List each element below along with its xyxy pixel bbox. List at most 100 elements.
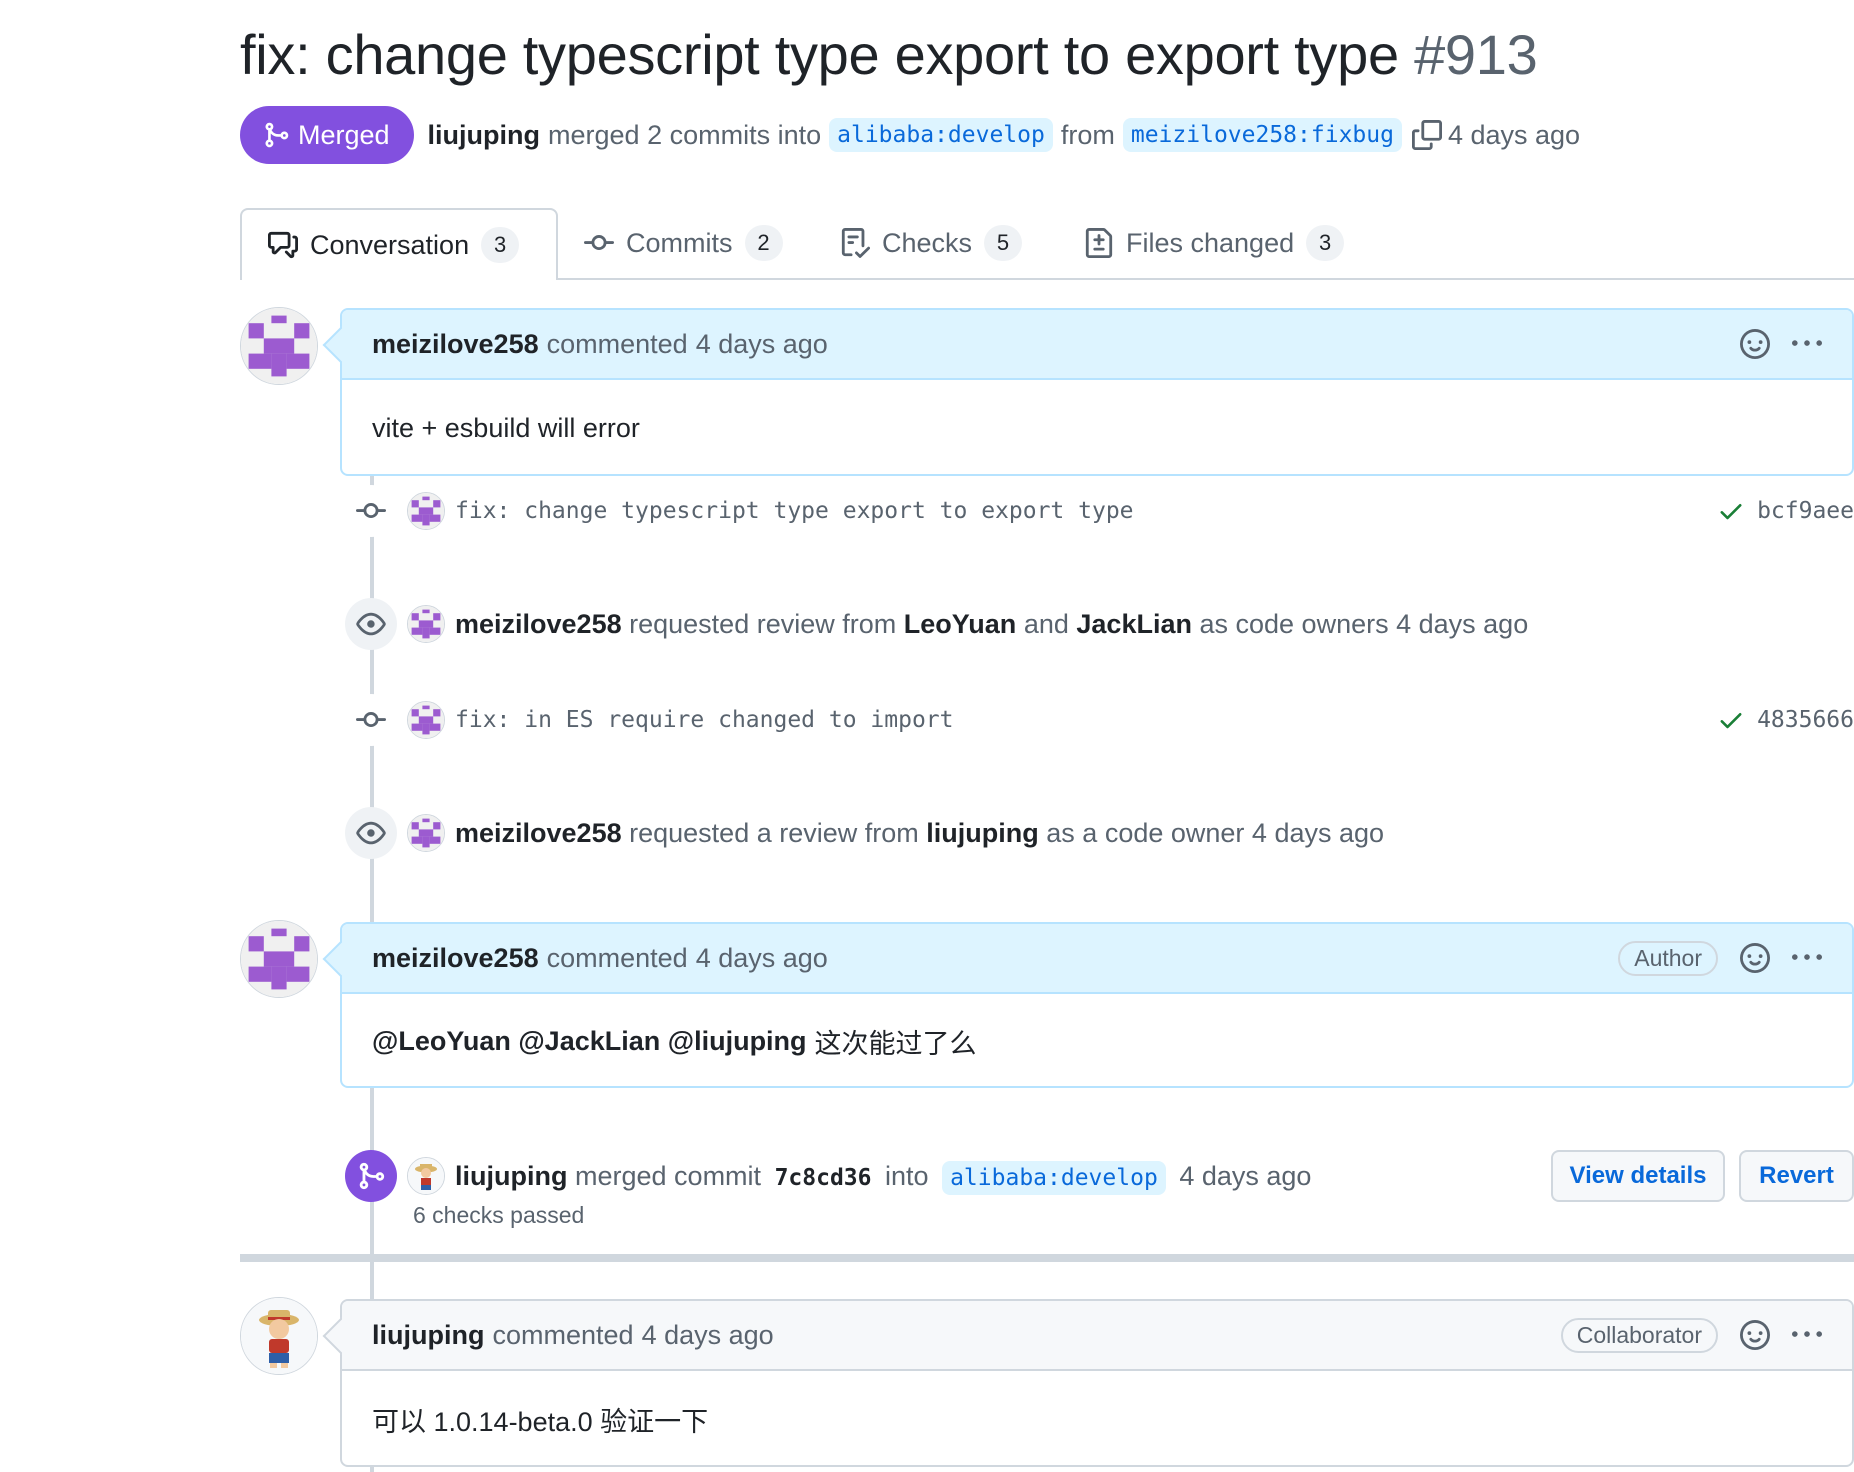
tab-checks-count: 5 — [984, 225, 1023, 261]
actor-link[interactable]: liujuping — [455, 1161, 567, 1191]
user-avatar — [241, 1298, 317, 1374]
reviewer-link[interactable]: liujuping — [926, 818, 1038, 848]
commit-event: fix: change typescript type export to ex… — [345, 485, 1854, 537]
checklist-icon — [841, 228, 870, 258]
event-time[interactable]: 4 days ago — [1252, 818, 1384, 848]
comment-header: meizilove258 commented 4 days ago — [342, 310, 1852, 380]
identicon-avatar — [241, 308, 317, 384]
tab-files-count: 3 — [1306, 225, 1345, 261]
comment-text: vite + esbuild will error — [372, 412, 640, 443]
tab-commits-label: Commits — [626, 227, 733, 258]
event-time[interactable]: 4 days ago — [1396, 609, 1528, 639]
head-branch[interactable]: meizilove258:fixbug — [1122, 118, 1402, 152]
comment-text: 可以 1.0.14-beta.0 验证一下 — [372, 1406, 709, 1437]
review-request-text: meizilove258 requested review from LeoYu… — [455, 609, 1528, 640]
base-branch[interactable]: alibaba:develop — [942, 1160, 1166, 1195]
view-details-button[interactable]: View details — [1551, 1150, 1725, 1202]
tab-conversation-label: Conversation — [310, 229, 470, 260]
git-merge-icon — [265, 122, 289, 148]
event-text: merged commit — [575, 1160, 762, 1191]
merge-time: 4 days ago — [1447, 119, 1581, 150]
git-commit-icon — [345, 485, 397, 537]
timeline-divider — [240, 1254, 1854, 1262]
comment-box: meizilove258 commented 4 days ago vite +… — [322, 308, 1854, 476]
comment-body: @LeoYuan @JackLian @liujuping 这次能过了么 — [342, 994, 1852, 1088]
avatar[interactable] — [240, 1297, 318, 1375]
commit-author-avatar[interactable] — [407, 701, 445, 739]
smiley-icon[interactable] — [1740, 943, 1770, 973]
merged-label: Merged — [298, 119, 390, 150]
pr-number: #913 — [1414, 23, 1538, 86]
check-icon[interactable] — [1717, 706, 1745, 734]
actor-avatar[interactable] — [407, 605, 445, 643]
commit-author-avatar[interactable] — [407, 492, 445, 530]
comment-body: 可以 1.0.14-beta.0 验证一下 — [342, 1371, 1852, 1467]
git-merge-icon — [345, 1150, 397, 1202]
comment-author[interactable]: meizilove258 — [372, 943, 539, 974]
smiley-icon[interactable] — [1740, 1320, 1770, 1350]
revert-button[interactable]: Revert — [1739, 1150, 1854, 1202]
actor-link[interactable]: meizilove258 — [455, 609, 622, 639]
avatar[interactable] — [240, 920, 318, 998]
tab-conversation[interactable]: Conversation 3 — [240, 208, 558, 280]
comment-time[interactable]: 4 days ago — [696, 943, 828, 974]
identicon-avatar — [241, 921, 317, 997]
event-text: requested a review from — [629, 817, 919, 848]
event-time[interactable]: 4 days ago — [1179, 1161, 1311, 1191]
mentions[interactable]: @LeoYuan @JackLian @liujuping — [372, 1026, 807, 1057]
event-text: and — [1023, 608, 1069, 639]
tab-files-changed[interactable]: Files changed 3 — [1084, 208, 1345, 278]
commit-message[interactable]: fix: change typescript type export to ex… — [455, 498, 1134, 524]
base-branch[interactable]: alibaba:develop — [829, 118, 1053, 152]
pr-title-text: fix: change typescript type export to ex… — [240, 23, 1399, 86]
event-text: as a code owner — [1046, 817, 1245, 848]
commit-sha[interactable]: bcf9aee — [1757, 498, 1854, 524]
eye-icon — [345, 807, 397, 859]
tab-checks-label: Checks — [882, 227, 973, 258]
merge-event: liujuping merged commit 7c8cd36 into ali… — [345, 1150, 1854, 1228]
comment-action: commented — [546, 942, 688, 973]
copy-icon[interactable] — [1411, 120, 1442, 150]
tab-commits[interactable]: Commits 2 — [584, 208, 783, 278]
commit-message[interactable]: fix: in ES require changed to import — [455, 707, 954, 733]
kebab-horizontal-icon[interactable] — [1792, 329, 1822, 359]
actor-avatar[interactable] — [407, 814, 445, 852]
smiley-icon[interactable] — [1740, 329, 1770, 359]
tab-commits-count: 2 — [744, 225, 783, 261]
comment-action: commented — [546, 328, 688, 359]
git-commit-icon — [345, 694, 397, 746]
git-commit-icon — [584, 235, 614, 251]
comment-box: meizilove258 commented 4 days ago Author… — [322, 922, 1854, 1088]
reviewer-link[interactable]: JackLian — [1076, 609, 1192, 639]
kebab-horizontal-icon[interactable] — [1792, 943, 1822, 973]
comment-time[interactable]: 4 days ago — [696, 329, 828, 360]
commit-sha[interactable]: 4835666 — [1757, 707, 1854, 733]
review-request-event: meizilove258 requested a review from liu… — [345, 807, 1854, 859]
comment-header: liujuping commented 4 days ago Collabora… — [342, 1301, 1852, 1371]
avatar[interactable] — [240, 307, 318, 385]
merge-commit-sha[interactable]: 7c8cd36 — [775, 1165, 872, 1191]
pr-meta: Merged liujuping merged 2 commits into a… — [240, 106, 1580, 164]
event-text: requested review from — [629, 608, 897, 639]
commit-event: fix: in ES require changed to import 483… — [345, 694, 1854, 746]
eye-icon — [345, 598, 397, 650]
merge-text: liujuping merged commit 7c8cd36 into ali… — [455, 1160, 1311, 1195]
comment-author[interactable]: liujuping — [372, 1320, 484, 1351]
merger-avatar[interactable] — [407, 1157, 445, 1195]
collaborator-badge: Collaborator — [1560, 1317, 1718, 1353]
tab-files-label: Files changed — [1126, 227, 1295, 258]
actor-link[interactable]: meizilove258 — [455, 818, 622, 848]
comment-discussion-icon — [268, 231, 298, 259]
tab-checks[interactable]: Checks 5 — [840, 208, 1023, 278]
checks-passed[interactable]: 6 checks passed — [413, 1202, 584, 1229]
reviewer-link[interactable]: LeoYuan — [904, 609, 1017, 639]
merger-link[interactable]: liujuping — [428, 120, 540, 151]
author-badge: Author — [1618, 940, 1718, 976]
from-text: from — [1060, 119, 1115, 150]
comment-action: commented — [492, 1319, 634, 1350]
comment-time[interactable]: 4 days ago — [642, 1320, 774, 1351]
kebab-horizontal-icon[interactable] — [1792, 1320, 1822, 1350]
file-diff-icon — [1085, 228, 1113, 258]
comment-author[interactable]: meizilove258 — [372, 329, 539, 360]
check-icon[interactable] — [1717, 497, 1745, 525]
